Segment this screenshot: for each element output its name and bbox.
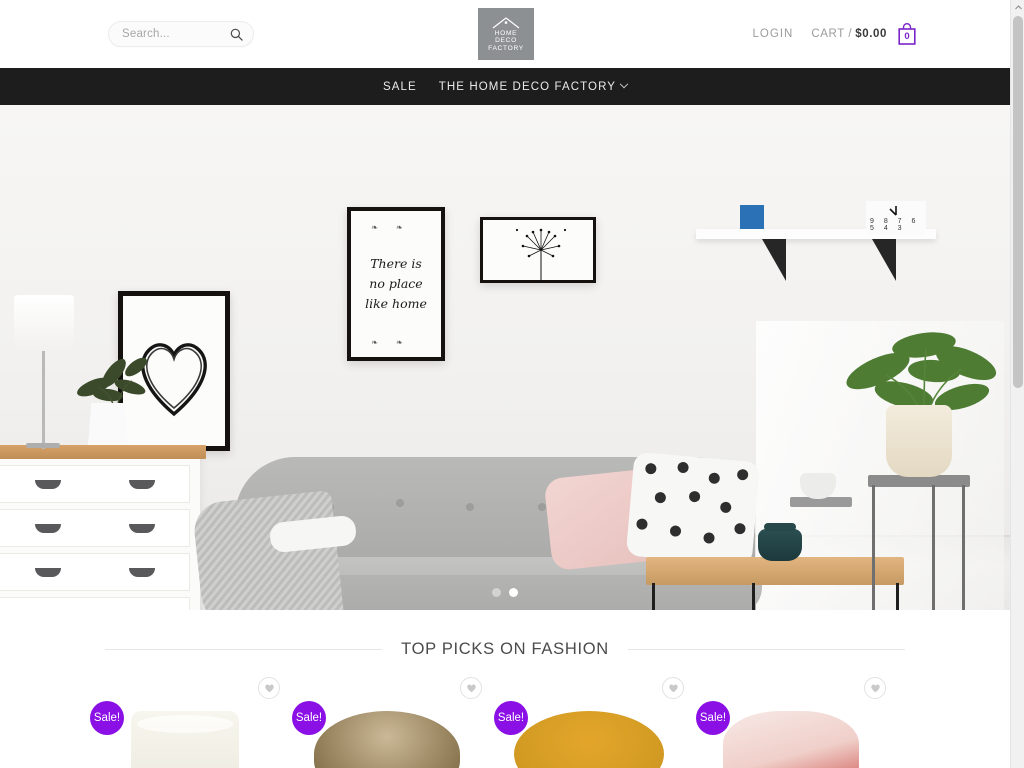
carousel-dot-2[interactable]	[509, 588, 518, 597]
product-card-4[interactable]: Sale!	[690, 677, 892, 768]
dresser-drawer-4	[0, 597, 190, 610]
scrollbar-thumb[interactable]	[1013, 16, 1023, 388]
cart-total: $0.00	[855, 28, 887, 40]
sale-badge: Sale!	[696, 701, 730, 735]
wishlist-button[interactable]	[864, 677, 886, 699]
shelf-book	[740, 205, 764, 229]
hero-image: 9 8 7 6 5 4 3 ❧❧ There is no place like …	[0, 105, 1010, 610]
drawer-pull	[129, 568, 155, 577]
wall-clock: 9 8 7 6 5 4 3	[866, 201, 926, 235]
search-button[interactable]	[226, 24, 246, 44]
site-logo[interactable]: HOME DECO FACTORY	[478, 8, 534, 60]
carousel-dots	[0, 588, 1010, 597]
table-lamp-base	[26, 443, 60, 448]
cart-bag-button[interactable]: 0	[896, 22, 918, 46]
dresser	[0, 451, 200, 610]
divider-left	[105, 649, 383, 650]
search-icon	[230, 28, 243, 41]
search-box[interactable]	[108, 21, 254, 47]
browser-viewport: HOME DECO FACTORY LOGIN CART / $0.00 0	[0, 0, 1024, 768]
sale-badge: Sale!	[90, 701, 124, 735]
dresser-drawer-3	[0, 553, 190, 591]
teal-jar	[758, 529, 802, 561]
large-plant-pot	[886, 405, 952, 477]
cart-label: CART /	[811, 28, 853, 40]
product-image	[514, 711, 664, 768]
table-lamp-shade	[14, 295, 74, 351]
section-title: TOP PICKS ON FASHION	[401, 640, 609, 658]
poster-ornament-bottom: ❧❧	[371, 338, 421, 347]
chevron-up-icon	[1014, 4, 1022, 9]
poster-dandelion-frame	[480, 217, 596, 283]
heart-icon	[668, 684, 678, 693]
divider-right	[627, 649, 905, 650]
login-link[interactable]: LOGIN	[753, 28, 812, 40]
vertical-scrollbar[interactable]	[1010, 0, 1024, 768]
drawer-pull	[129, 524, 155, 533]
poster-quote-frame: ❧❧ There is no place like home ❧❧	[347, 207, 445, 361]
plant-pot	[88, 403, 128, 445]
product-image	[131, 711, 239, 768]
poster-quote-line-2: no place	[369, 276, 423, 291]
product-image	[314, 711, 460, 768]
main-navigation: SALE THE HOME DECO FACTORY	[0, 68, 1010, 105]
sofa-tuft	[466, 503, 474, 511]
dandelion-icon	[515, 228, 567, 282]
wishlist-button[interactable]	[460, 677, 482, 699]
poster-quote-text: There is no place like home	[351, 211, 441, 357]
scroll-up-button[interactable]	[1011, 0, 1024, 14]
poster-quote-line-3: like home	[365, 296, 427, 311]
sofa-tuft	[538, 503, 546, 511]
heart-icon	[264, 684, 274, 693]
page-content: HOME DECO FACTORY LOGIN CART / $0.00 0	[0, 0, 1010, 768]
dresser-drawer-2	[0, 509, 190, 547]
cart-link[interactable]: CART / $0.00	[811, 28, 887, 40]
table-lamp-pole	[42, 351, 45, 449]
nav-item-home-deco-factory[interactable]: THE HOME DECO FACTORY	[438, 79, 629, 93]
product-card-2[interactable]: Sale!	[286, 677, 488, 768]
drawer-pull	[129, 480, 155, 489]
shelf-bracket-left	[762, 239, 786, 281]
product-image	[723, 711, 859, 768]
drawer-pull	[35, 480, 61, 489]
wishlist-button[interactable]	[662, 677, 684, 699]
heart-icon	[466, 684, 476, 693]
chevron-down-icon	[619, 79, 629, 88]
carousel-dot-1[interactable]	[492, 588, 501, 597]
sale-badge: Sale!	[292, 701, 326, 735]
nav-item-sale-label: SALE	[382, 80, 417, 93]
drawer-pull	[35, 524, 61, 533]
product-grid: Sale! Sale! Sale! Sale!	[0, 659, 1010, 768]
drawer-pull	[35, 568, 61, 577]
header-actions: LOGIN CART / $0.00 0	[753, 0, 918, 68]
product-card-1[interactable]: Sale!	[84, 677, 286, 768]
teal-jar-lid	[764, 523, 796, 531]
site-header: HOME DECO FACTORY LOGIN CART / $0.00 0	[0, 0, 1010, 68]
top-picks-section: TOP PICKS ON FASHION Sale! Sale! Sale! S…	[0, 610, 1010, 768]
poster-quote-line-1: There is	[370, 256, 422, 271]
coffee-table-top	[646, 557, 904, 585]
polka-dot-cushion	[625, 451, 761, 567]
clock-numbers: 9 8 7 6 5 4 3	[870, 218, 920, 232]
logo-line-2: DECO	[495, 37, 517, 45]
dresser-drawer-1	[0, 465, 190, 503]
logo-line-3: FACTORY	[488, 44, 524, 52]
wishlist-button[interactable]	[258, 677, 280, 699]
heart-icon	[870, 684, 880, 693]
cart-count: 0	[904, 31, 910, 42]
house-roof-icon	[492, 16, 520, 29]
hero-carousel[interactable]: 9 8 7 6 5 4 3 ❧❧ There is no place like …	[0, 105, 1010, 610]
section-heading-row: TOP PICKS ON FASHION	[0, 640, 1010, 659]
logo-line-1: HOME	[494, 29, 518, 37]
shelf-bracket-right	[872, 239, 896, 281]
sale-badge: Sale!	[494, 701, 528, 735]
search-input[interactable]	[122, 23, 226, 45]
product-card-3[interactable]: Sale!	[488, 677, 690, 768]
sofa-tuft	[396, 499, 404, 507]
nav-item-sale[interactable]: SALE	[383, 81, 417, 93]
nav-item-home-deco-factory-label: THE HOME DECO FACTORY	[438, 80, 617, 93]
